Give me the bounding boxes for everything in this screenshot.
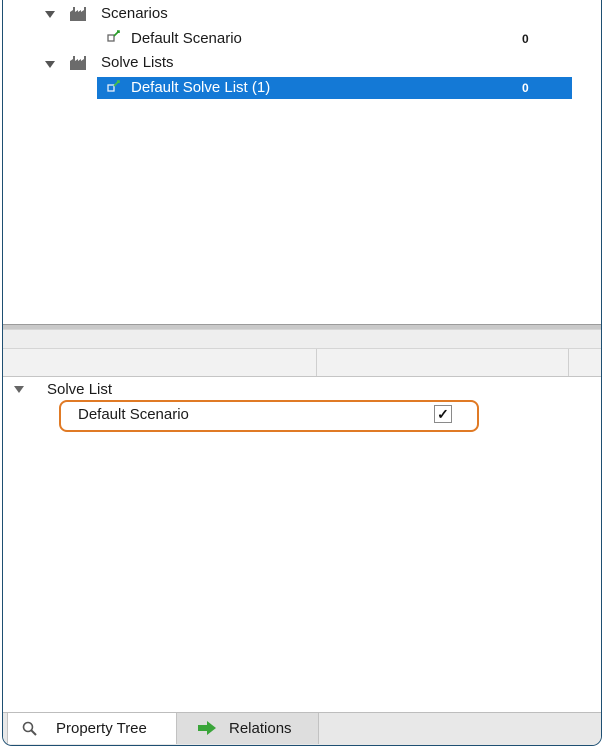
- property-row-label: Default Scenario: [78, 406, 189, 423]
- magnifier-icon: [22, 721, 37, 736]
- tree-item-default-scenario[interactable]: Default Scenario: [131, 29, 242, 49]
- scenario-icon: [107, 30, 120, 42]
- tab-label: Property Tree: [56, 720, 147, 737]
- solve-list-icon: [107, 80, 120, 92]
- tab-relations[interactable]: Relations: [177, 713, 319, 744]
- tab-property-tree[interactable]: Property Tree: [7, 713, 177, 744]
- tree-group-label-scenarios: Scenarios: [101, 5, 168, 22]
- item-count: 0: [522, 32, 529, 46]
- column-divider[interactable]: [568, 349, 569, 376]
- property-column-header: [3, 349, 601, 377]
- tab-label: Relations: [229, 720, 292, 737]
- app-window: Scenarios Default Scenario 0 Solve Lists…: [2, 0, 602, 746]
- tree-group-label-solve-lists: Solve Lists: [101, 54, 174, 71]
- green-arrow-icon: [198, 721, 216, 735]
- tree-item-default-solve-list[interactable]: Default Solve List (1): [131, 78, 270, 98]
- expand-arrow-solve-list[interactable]: [14, 386, 24, 393]
- expand-arrow-solve-lists[interactable]: [45, 61, 55, 68]
- factory-folder-icon: [70, 56, 86, 70]
- item-count: 0: [522, 81, 529, 95]
- expand-arrow-scenarios[interactable]: [45, 11, 55, 18]
- scenario-checkbox[interactable]: ✓: [434, 405, 452, 423]
- factory-folder-icon: [70, 7, 86, 21]
- column-divider[interactable]: [316, 349, 317, 376]
- property-section-label: Solve List: [47, 381, 113, 398]
- property-toolbar: [3, 330, 601, 349]
